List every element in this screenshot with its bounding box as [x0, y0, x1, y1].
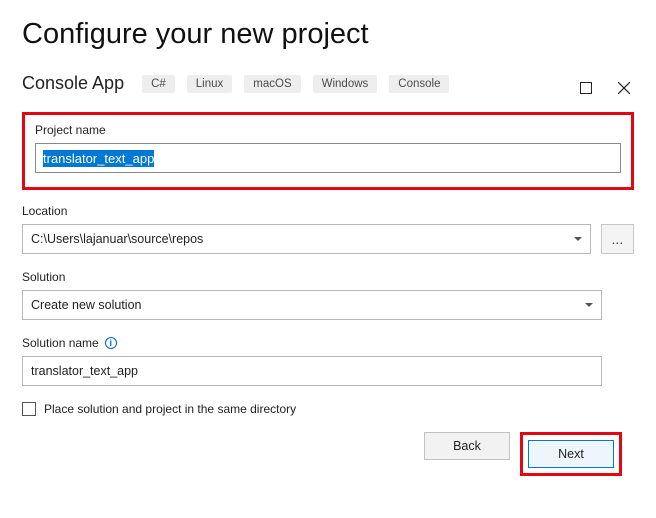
solution-name-label: Solution name i: [22, 336, 634, 350]
solution-name-section: Solution name i: [22, 336, 634, 386]
location-input[interactable]: C:\Users\lajanuar\source\repos: [22, 224, 591, 254]
template-name: Console App: [22, 73, 124, 94]
same-directory-label: Place solution and project in the same d…: [44, 402, 296, 416]
tag-linux: Linux: [187, 75, 233, 93]
tag-macos: macOS: [244, 75, 300, 93]
info-icon[interactable]: i: [105, 337, 117, 349]
wizard-footer: Back Next: [424, 432, 622, 476]
next-button[interactable]: Next: [528, 440, 614, 468]
location-section: Location C:\Users\lajanuar\source\repos …: [22, 204, 634, 254]
tag-windows: Windows: [313, 75, 378, 93]
back-button[interactable]: Back: [424, 432, 510, 460]
tag-console: Console: [389, 75, 449, 93]
close-icon[interactable]: [618, 82, 630, 94]
checkbox-icon[interactable]: [22, 402, 36, 416]
project-name-input[interactable]: translator_text_app: [35, 143, 621, 173]
template-header: Console App C# Linux macOS Windows Conso…: [22, 73, 634, 94]
project-name-section-highlight: Project name translator_text_app: [22, 112, 634, 190]
solution-section: Solution Create new solution: [22, 270, 634, 320]
next-button-highlight: Next: [520, 432, 622, 476]
chevron-down-icon: [574, 237, 582, 241]
same-directory-checkbox-row[interactable]: Place solution and project in the same d…: [22, 402, 634, 416]
solution-name-input[interactable]: [22, 356, 602, 386]
location-label: Location: [22, 204, 634, 218]
project-name-label: Project name: [35, 123, 621, 137]
solution-label: Solution: [22, 270, 634, 284]
page-title: Configure your new project: [22, 18, 634, 51]
window-controls: [580, 82, 630, 94]
maximize-icon[interactable]: [580, 82, 592, 94]
solution-input[interactable]: Create new solution: [22, 290, 602, 320]
browse-button[interactable]: ...: [601, 224, 634, 254]
tag-csharp: C#: [142, 75, 175, 93]
chevron-down-icon: [585, 303, 593, 307]
